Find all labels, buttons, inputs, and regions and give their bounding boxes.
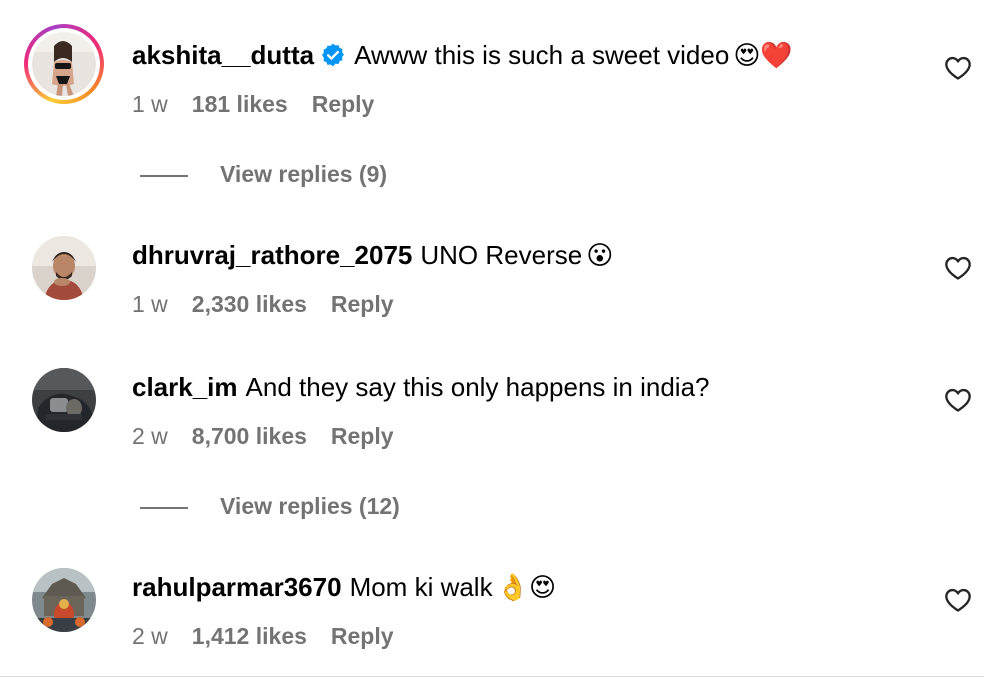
comment-timestamp[interactable]: 2 w xyxy=(132,423,168,449)
heart-outline-icon[interactable] xyxy=(944,586,972,614)
comment-meta: 1 w 2,330 likes Reply xyxy=(132,289,394,319)
replies-divider-line xyxy=(140,174,188,177)
avatar-image xyxy=(32,368,96,432)
comment-meta: 2 w 8,700 likes Reply xyxy=(132,421,394,451)
comment-body: Awww this is such a sweet video xyxy=(354,40,730,70)
comment-meta: 1 w 181 likes Reply xyxy=(132,89,374,119)
view-replies-button[interactable]: View replies (9) xyxy=(140,159,387,189)
avatar-image xyxy=(32,32,96,96)
view-replies-label: View replies (12) xyxy=(220,493,400,519)
comment-timestamp[interactable]: 1 w xyxy=(132,91,168,117)
comment-emoji: 😍❤️ xyxy=(733,40,793,70)
comment-timestamp[interactable]: 2 w xyxy=(132,623,168,649)
comment-emoji: 👌😍 xyxy=(496,572,557,602)
reply-button[interactable]: Reply xyxy=(331,291,394,317)
heart-outline-icon[interactable] xyxy=(944,54,972,82)
reply-button[interactable]: Reply xyxy=(331,423,394,449)
comment-text-line: clark_im And they say this only happens i… xyxy=(132,370,710,404)
heart-outline-icon[interactable] xyxy=(944,386,972,414)
replies-divider-line xyxy=(140,506,188,509)
view-replies-label: View replies (9) xyxy=(220,161,388,187)
comment-body: And they say this only happens in india? xyxy=(245,372,710,402)
comment-text-line: rahulparmar3670 Mom ki walk 👌😍 xyxy=(132,570,556,604)
avatar[interactable] xyxy=(24,24,104,104)
bottom-divider xyxy=(0,676,984,677)
comment-meta: 2 w 1,412 likes Reply xyxy=(132,621,394,651)
likes-count-link[interactable]: 2,330 likes xyxy=(192,291,307,317)
comment-text-line: akshita__dutta Awww this is such a sweet … xyxy=(132,38,793,72)
comment-timestamp[interactable]: 1 w xyxy=(132,291,168,317)
comment-body: Mom ki walk xyxy=(349,572,493,602)
reply-button[interactable]: Reply xyxy=(312,91,375,117)
avatar[interactable] xyxy=(32,368,96,432)
avatar-image xyxy=(32,568,96,632)
avatar-image xyxy=(32,236,96,300)
likes-count-link[interactable]: 181 likes xyxy=(192,91,288,117)
comment-emoji: 😮 xyxy=(586,240,614,270)
comment-username[interactable]: rahulparmar3670 xyxy=(132,572,342,602)
comment-username[interactable]: dhruvraj_rathore_2075 xyxy=(132,240,412,270)
avatar[interactable] xyxy=(32,568,96,632)
comment-body: UNO Reverse xyxy=(420,240,583,270)
view-replies-button[interactable]: View replies (12) xyxy=(140,491,400,521)
comment-username[interactable]: akshita__dutta xyxy=(132,40,314,70)
avatar[interactable] xyxy=(32,236,96,300)
likes-count-link[interactable]: 8,700 likes xyxy=(192,423,307,449)
comment-text-line: dhruvraj_rathore_2075 UNO Reverse 😮 xyxy=(132,238,613,272)
likes-count-link[interactable]: 1,412 likes xyxy=(192,623,307,649)
comment-username[interactable]: clark_im xyxy=(132,372,238,402)
reply-button[interactable]: Reply xyxy=(331,623,394,649)
heart-outline-icon[interactable] xyxy=(944,254,972,282)
verified-badge-icon xyxy=(322,43,345,67)
